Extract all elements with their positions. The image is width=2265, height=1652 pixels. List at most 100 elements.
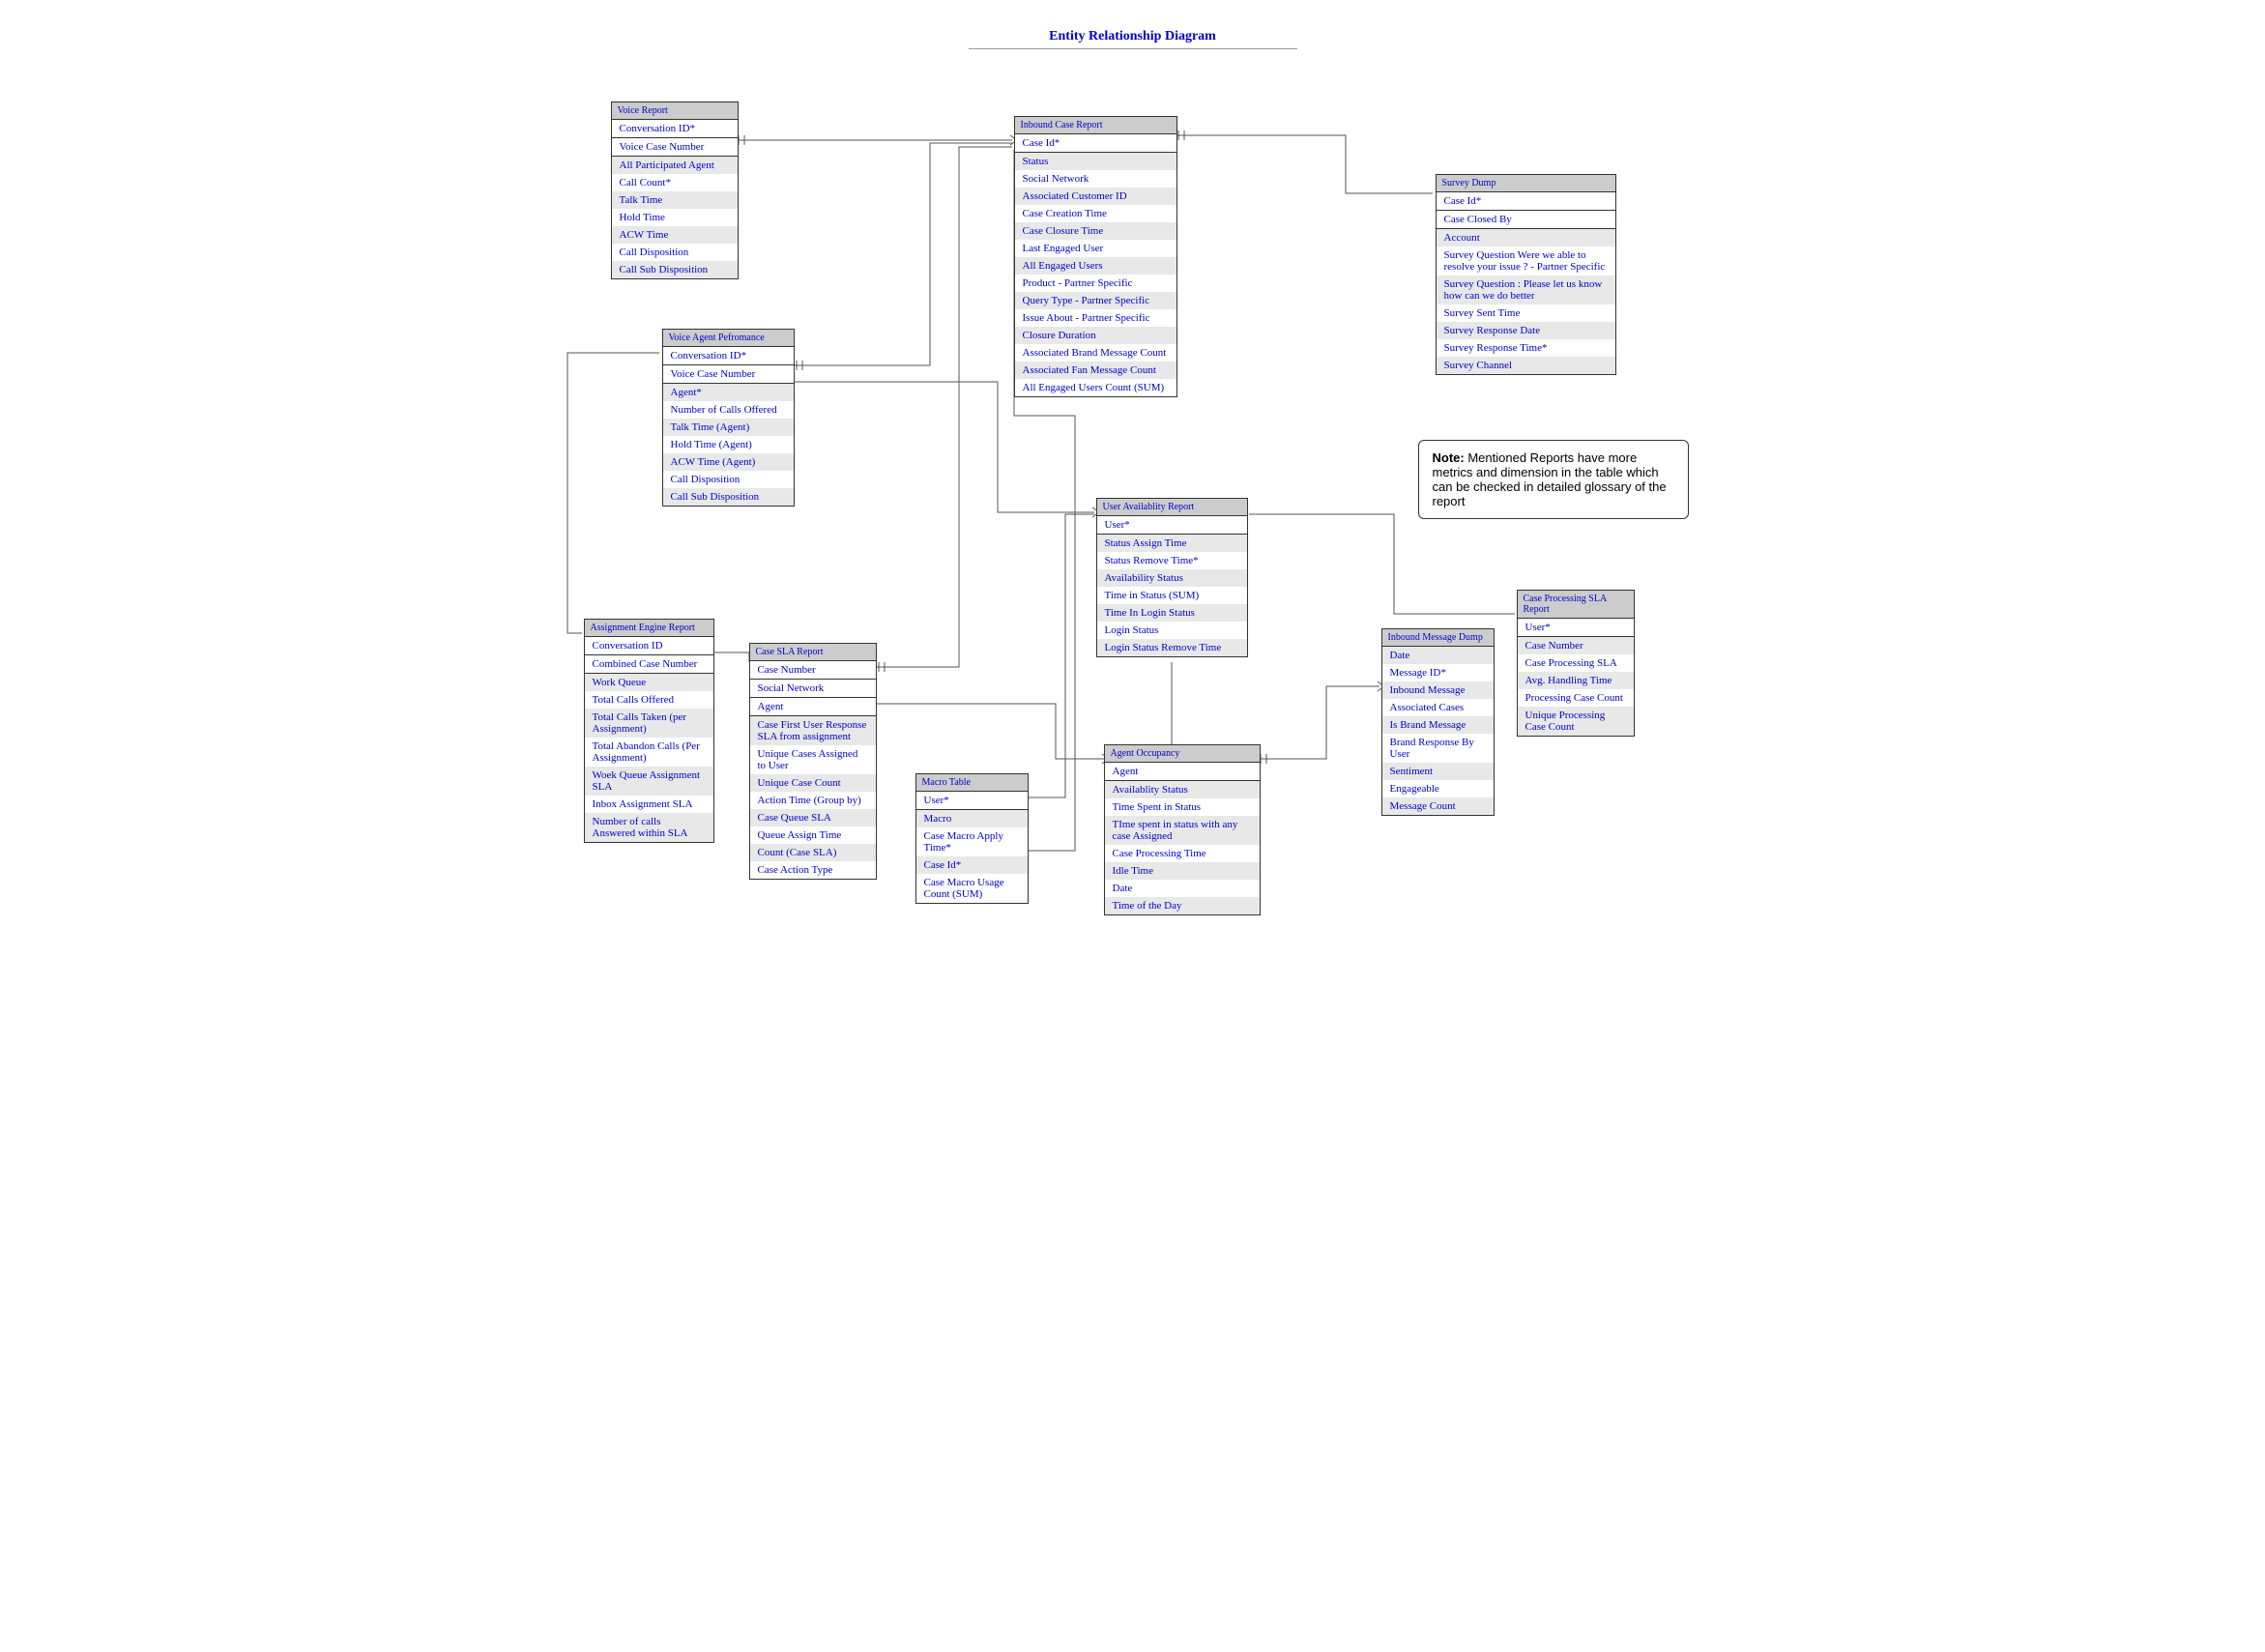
entity-field: Associated Customer ID [1015,188,1176,205]
entity-field: ACW Time [612,226,738,244]
entity-field: Survey Question : Please let us know how… [1437,275,1615,304]
entity-field: Woek Queue Assignment SLA [585,767,713,796]
entity-field: Survey Sent Time [1437,304,1615,322]
entity-field: All Participated Agent [612,157,738,174]
entity-field: Call Count* [612,174,738,191]
entity-field: Case Id* [1015,134,1176,153]
entity-header: Voice Agent Pefromance [663,330,794,347]
entity-field: Call Disposition [612,244,738,261]
entity-field: Agent [1105,763,1260,781]
entity-field: Associated Cases [1382,699,1494,716]
entity-field: Combined Case Number [585,655,713,674]
entity-field: Case Action Type [750,861,876,879]
title-underline [969,48,1297,49]
entity-field: Agent* [663,384,794,401]
entity-field: Status Assign Time [1097,535,1247,552]
entity-field: Availability Status [1097,569,1247,587]
entity-header: User Availablity Report [1097,499,1247,516]
entity-header: Case Processing SLA Report [1518,591,1634,619]
entity-field: Work Queue [585,674,713,691]
entity-agent-occupancy: Agent Occupancy Agent Availablity Status… [1104,744,1261,915]
entity-field: Macro [916,810,1028,827]
entity-field: Voice Case Number [612,138,738,157]
entity-field: Number of Calls Offered [663,401,794,419]
entity-field: Survey Question Were we able to resolve … [1437,246,1615,275]
entity-field: Talk Time [612,191,738,209]
entity-field: Brand Response By User [1382,734,1494,763]
entity-field: Conversation ID [585,637,713,655]
entity-field: Total Calls Taken (per Assignment) [585,709,713,738]
entity-field: Unique Processing Case Count [1518,707,1634,736]
entity-header: Voice Report [612,102,738,120]
entity-field: Case Id* [1437,192,1615,211]
entity-voice-agent-performance: Voice Agent Pefromance Conversation ID* … [662,329,795,507]
diagram-title: Entity Relationship Diagram [476,29,1790,44]
entity-field: Login Status [1097,622,1247,639]
entity-field: Case Macro Usage Count (SUM) [916,874,1028,903]
entity-field: Survey Response Date [1437,322,1615,339]
entity-field: Case Creation Time [1015,205,1176,222]
entity-assignment-engine: Assignment Engine Report Conversation ID… [584,619,714,843]
entity-header: Case SLA Report [750,644,876,661]
entity-field: Unique Cases Assigned to User [750,745,876,774]
entity-macro-table: Macro Table User* Macro Case Macro Apply… [915,773,1029,904]
entity-inbound-message-dump: Inbound Message Dump Date Message ID* In… [1381,628,1495,816]
entity-field: Case Number [1518,637,1634,654]
entity-field: Inbound Message [1382,681,1494,699]
note-box: Note: Mentioned Reports have more metric… [1418,440,1689,519]
entity-field: All Engaged Users Count (SUM) [1015,379,1176,396]
entity-field: All Engaged Users [1015,257,1176,275]
entity-header: Assignment Engine Report [585,620,713,637]
entity-field: Processing Case Count [1518,689,1634,707]
entity-case-processing-sla: Case Processing SLA Report User* Case Nu… [1517,590,1635,737]
entity-field: Action Time (Group by) [750,792,876,809]
entity-field: Associated Fan Message Count [1015,362,1176,379]
entity-field: Availablity Status [1105,781,1260,798]
entity-field: Closure Duration [1015,327,1176,344]
entity-field: Inbox Assignment SLA [585,796,713,813]
entity-field: Message Count [1382,797,1494,815]
entity-case-sla: Case SLA Report Case Number Social Netwo… [749,643,877,880]
entity-field: Call Disposition [663,471,794,488]
entity-header: Inbound Message Dump [1382,629,1494,647]
entity-field: Case Macro Apply Time* [916,827,1028,856]
entity-field: Total Calls Offered [585,691,713,709]
entity-field: User* [916,792,1028,810]
entity-field: Avg. Handling Time [1518,672,1634,689]
note-label: Note: [1433,450,1465,465]
entity-voice-report: Voice Report Conversation ID* Voice Case… [611,101,739,279]
entity-field: Hold Time [612,209,738,226]
entity-field: Product - Partner Specific [1015,275,1176,292]
entity-field: Call Sub Disposition [612,261,738,278]
entity-field: Time of the Day [1105,897,1260,914]
entity-field: Engageable [1382,780,1494,797]
entity-field: Is Brand Message [1382,716,1494,734]
entity-field: Case Closed By [1437,211,1615,229]
note-text: Mentioned Reports have more metrics and … [1433,450,1667,508]
entity-field: Login Status Remove Time [1097,639,1247,656]
entity-field: Social Network [1015,170,1176,188]
entity-field: Count (Case SLA) [750,844,876,861]
entity-field: Queue Assign Time [750,826,876,844]
entity-field: Case Number [750,661,876,680]
entity-field: ACW Time (Agent) [663,453,794,471]
entity-field: Idle Time [1105,862,1260,880]
entity-field: Agent [750,698,876,716]
entity-field: Time In Login Status [1097,604,1247,622]
entity-header: Agent Occupancy [1105,745,1260,763]
entity-field: Case Processing SLA [1518,654,1634,672]
entity-field: Voice Case Number [663,365,794,384]
entity-field: User* [1518,619,1634,637]
entity-field: Account [1437,229,1615,246]
entity-field: Date [1382,647,1494,664]
entity-field: Sentiment [1382,763,1494,780]
entity-field: Case Closure Time [1015,222,1176,240]
entity-header: Survey Dump [1437,175,1615,192]
entity-field: Number of calls Answered within SLA [585,813,713,842]
entity-field: Hold Time (Agent) [663,436,794,453]
entity-header: Macro Table [916,774,1028,792]
entity-field: Call Sub Disposition [663,488,794,506]
entity-field: Total Abandon Calls (Per Assignment) [585,738,713,767]
entity-field: Time in Status (SUM) [1097,587,1247,604]
entity-field: Talk Time (Agent) [663,419,794,436]
